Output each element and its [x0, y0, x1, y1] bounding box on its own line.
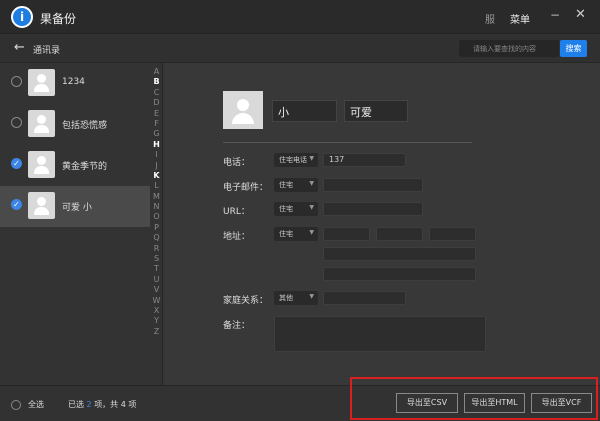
contact-list: 1234 包括恐慌感 ✓ 黄金季节的 ✓ 可爱 小 ABCDEFGHIJKLMN… — [0, 63, 163, 385]
address-label: 地址： — [223, 232, 251, 242]
search-input[interactable]: 请输入要查找的内容 — [459, 40, 559, 57]
first-name-field[interactable]: 可爱 — [344, 100, 408, 122]
alphabet-letter[interactable]: E — [150, 109, 163, 119]
alphabet-letter[interactable]: Y — [150, 316, 163, 326]
address-type-dropdown[interactable]: 住宅 ▼ — [274, 227, 318, 241]
app-logo-icon: i — [11, 6, 33, 28]
alphabet-letter[interactable]: Z — [150, 327, 163, 337]
alphabet-letter[interactable]: Q — [150, 233, 163, 243]
menu-button[interactable]: 菜单 — [510, 11, 530, 26]
alphabet-letter[interactable]: I — [150, 150, 163, 160]
alphabet-index: ABCDEFGHIJKLMNOPQRSTUVWXYZ — [150, 67, 163, 337]
alphabet-letter[interactable]: N — [150, 202, 163, 212]
breadcrumb: 通讯录 — [33, 46, 61, 56]
alphabet-letter[interactable]: F — [150, 119, 163, 129]
chevron-down-icon: ▼ — [309, 155, 314, 162]
alphabet-letter[interactable]: O — [150, 212, 163, 222]
divider — [223, 142, 472, 143]
alphabet-letter[interactable]: M — [150, 192, 163, 202]
chevron-down-icon: ▼ — [309, 180, 314, 187]
app-title: 果备份 — [40, 12, 77, 26]
status-prefix: 已选 — [68, 400, 84, 409]
url-type-dropdown[interactable]: 住宅 ▼ — [274, 202, 318, 216]
alphabet-letter[interactable]: D — [150, 98, 163, 108]
highlight-box — [350, 377, 598, 420]
contact-name: 可爱 小 — [62, 203, 92, 213]
address-field-4[interactable] — [323, 247, 476, 261]
alphabet-letter[interactable]: C — [150, 88, 163, 98]
address-field-5[interactable] — [323, 267, 476, 281]
alphabet-letter[interactable]: H — [150, 140, 163, 150]
list-item-selected[interactable]: ✓ 可爱 小 — [0, 186, 150, 227]
avatar — [28, 151, 55, 178]
address-field-1[interactable] — [323, 227, 370, 241]
phone-field[interactable]: 137 — [323, 153, 406, 167]
list-item[interactable]: 包括恐慌感 — [0, 104, 150, 145]
alphabet-letter[interactable]: P — [150, 223, 163, 233]
url-field[interactable] — [323, 202, 423, 216]
alphabet-letter[interactable]: A — [150, 67, 163, 77]
list-item[interactable]: 1234 — [0, 63, 150, 104]
avatar — [28, 69, 55, 96]
chevron-down-icon: ▼ — [309, 229, 314, 236]
url-label: URL： — [223, 207, 250, 217]
alphabet-letter[interactable]: X — [150, 306, 163, 316]
family-field[interactable] — [323, 291, 406, 305]
alphabet-letter[interactable]: B — [150, 77, 163, 87]
checkbox-checked[interactable]: ✓ — [11, 158, 22, 169]
minimize-button[interactable]: − — [550, 8, 560, 22]
alphabet-letter[interactable]: S — [150, 254, 163, 264]
phone-label: 电话： — [223, 158, 251, 168]
status-suffix: 项，共 4 项 — [94, 400, 137, 409]
menu-item-partial[interactable]: 服 — [485, 11, 495, 26]
email-type-dropdown[interactable]: 住宅 ▼ — [274, 178, 318, 192]
search-button[interactable]: 搜索 — [560, 40, 587, 57]
selected-count: 2 — [86, 400, 92, 409]
checkbox[interactable] — [11, 76, 22, 87]
dropdown-value: 住宅 — [279, 205, 293, 213]
list-item[interactable]: ✓ 黄金季节的 — [0, 145, 150, 186]
toolbar: ← 通讯录 请输入要查找的内容 搜索 — [0, 34, 600, 63]
select-all-label[interactable]: 全选 — [28, 399, 44, 410]
contact-name: 包括恐慌感 — [62, 121, 108, 131]
alphabet-letter[interactable]: K — [150, 171, 163, 181]
contact-detail: 小 可爱 电话： 住宅电话 ▼ 137 电子邮件： 住宅 ▼ URL： 住宅 ▼ 地址… — [164, 63, 600, 385]
alphabet-letter[interactable]: G — [150, 129, 163, 139]
contact-name: 黄金季节的 — [62, 162, 108, 172]
phone-type-dropdown[interactable]: 住宅电话 ▼ — [274, 153, 318, 167]
chevron-down-icon: ▼ — [309, 204, 314, 211]
dropdown-value: 其他 — [279, 294, 293, 302]
alphabet-letter[interactable]: V — [150, 285, 163, 295]
alphabet-letter[interactable]: W — [150, 296, 163, 306]
notes-field[interactable] — [274, 316, 486, 352]
dropdown-value: 住宅 — [279, 230, 293, 238]
avatar — [28, 192, 55, 219]
chevron-down-icon: ▼ — [309, 293, 314, 300]
family-type-dropdown[interactable]: 其他 ▼ — [274, 291, 318, 305]
alphabet-letter[interactable]: L — [150, 181, 163, 191]
notes-label: 备注： — [223, 321, 251, 331]
contact-photo[interactable] — [223, 91, 263, 129]
checkbox[interactable] — [11, 117, 22, 128]
alphabet-letter[interactable]: J — [150, 161, 163, 171]
family-label: 家庭关系： — [223, 296, 269, 306]
dropdown-value: 住宅电话 — [279, 156, 307, 164]
checkbox-checked[interactable]: ✓ — [11, 199, 22, 210]
close-button[interactable]: ✕ — [575, 7, 586, 22]
avatar — [28, 110, 55, 137]
address-field-2[interactable] — [376, 227, 423, 241]
select-all-checkbox[interactable] — [11, 400, 21, 410]
dropdown-value: 住宅 — [279, 181, 293, 189]
address-field-3[interactable] — [429, 227, 476, 241]
contact-name: 1234 — [62, 77, 85, 87]
email-label: 电子邮件： — [223, 183, 269, 193]
selection-status: 已选 2 项，共 4 项 — [68, 399, 136, 410]
alphabet-letter[interactable]: T — [150, 264, 163, 274]
title-bar: i 果备份 服 菜单 − ✕ — [0, 0, 600, 34]
email-field[interactable] — [323, 178, 423, 192]
alphabet-letter[interactable]: R — [150, 244, 163, 254]
alphabet-letter[interactable]: U — [150, 275, 163, 285]
last-name-field[interactable]: 小 — [272, 100, 337, 122]
back-arrow-icon[interactable]: ← — [14, 40, 25, 55]
